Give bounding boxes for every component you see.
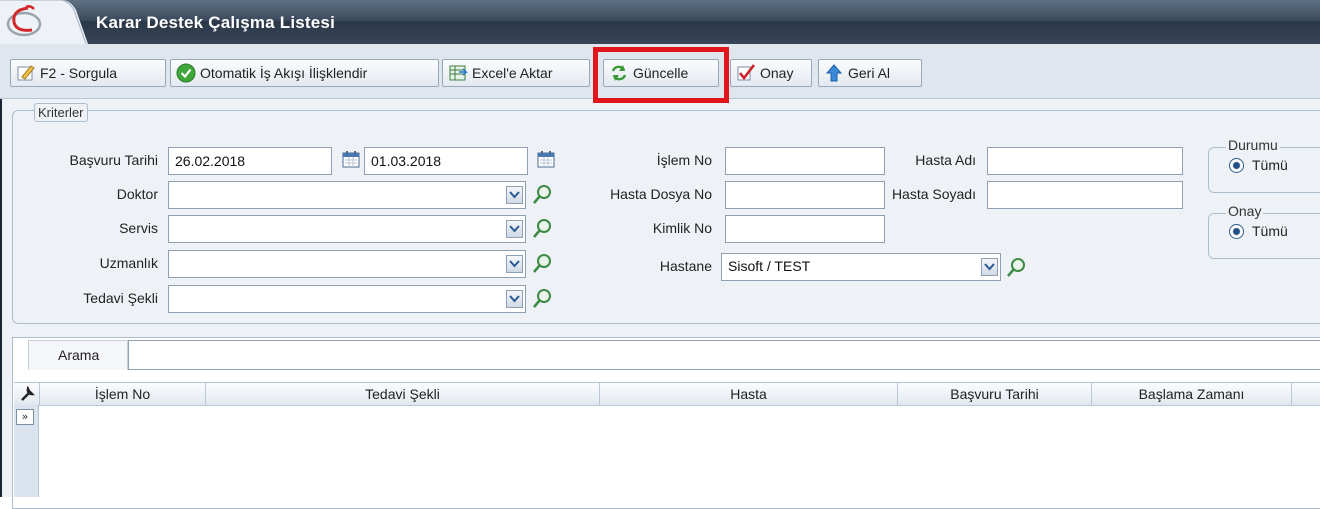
criteria-legend: Kriterler [34,103,88,122]
durumu-tumu-label: Tümü [1252,157,1288,173]
calendar-icon[interactable] [536,149,556,169]
hastane-label: Hastane [659,258,712,274]
durumu-legend: Durumu [1226,137,1280,153]
onay-legend: Onay [1226,203,1264,219]
refresh-icon [609,63,629,83]
column-header-hasta[interactable]: Hasta [600,383,898,405]
servis-label: Servis [119,220,158,236]
column-header-baslama-zamani[interactable]: Başlama Zamanı [1092,383,1292,405]
logo-tab [0,0,88,45]
grid-header: İşlem No Tedavi Şekli Hasta Başvuru Tari… [14,382,1320,406]
kimlik-no-label: Kimlik No [652,220,712,236]
chevron-down-icon[interactable] [506,290,523,308]
otomatik-is-akisi-button[interactable]: Otomatik İş Akışı İlişklendir [170,59,439,87]
chevron-down-icon[interactable] [506,255,523,273]
chevron-down-icon[interactable] [506,220,523,238]
lookup-search-icon[interactable] [532,287,554,309]
sorgula-button[interactable]: F2 - Sorgula [10,59,166,87]
uzmanlik-select[interactable] [168,250,526,278]
islem-no-field[interactable] [725,147,885,175]
hasta-soyadi-field[interactable] [987,181,1183,209]
expand-row-button[interactable]: » [16,409,34,425]
lookup-search-icon[interactable] [532,217,554,239]
title-bar: Karar Destek Çalışma Listesi [0,0,1320,45]
lookup-search-icon[interactable] [532,183,554,205]
servis-select[interactable] [168,215,526,243]
column-header-basvuru-tarihi[interactable]: Başvuru Tarihi [898,383,1092,405]
undo-arrow-icon [824,63,844,83]
app-logo-icon [4,4,42,42]
excel-label: Excel'e Aktar [472,65,553,81]
window-title: Karar Destek Çalışma Listesi [96,13,336,32]
doktor-select[interactable] [168,181,526,209]
edit-icon [16,63,36,83]
guncelle-button[interactable]: Güncelle [603,59,719,87]
geri-al-label: Geri Al [848,65,891,81]
otomatik-label: Otomatik İş Akışı İlişklendir [200,65,368,81]
chevron-down-icon[interactable] [981,258,998,276]
onay-tumu-radio[interactable] [1229,224,1244,239]
column-settings-button[interactable] [14,383,40,405]
hastane-selected-value: Sisoft / TEST [728,258,811,274]
guncelle-label: Güncelle [633,65,689,81]
date-from-field[interactable] [168,147,332,175]
tedavi-sekli-label: Tedavi Şekli [83,290,158,306]
lookup-search-icon[interactable] [1006,256,1028,278]
hasta-soyadi-label: Hasta Soyadı [891,186,976,202]
column-header-tedavi-sekli[interactable]: Tedavi Şekli [206,383,600,405]
hasta-dosya-no-label: Hasta Dosya No [610,186,712,202]
tedavi-sekli-select[interactable] [168,285,526,313]
hastane-select[interactable]: Sisoft / TEST [721,253,1001,281]
calendar-icon[interactable] [341,149,361,169]
onay-button[interactable]: Onay [730,59,812,87]
kimlik-no-field[interactable] [725,215,885,243]
geri-al-button[interactable]: Geri Al [818,59,922,87]
excel-aktar-button[interactable]: Excel'e Aktar [442,59,590,87]
wrench-icon [19,385,35,405]
check-circle-icon [176,63,196,83]
sorgula-label: F2 - Sorgula [40,65,118,81]
excel-icon [448,63,468,83]
onay-tumu-label: Tümü [1252,223,1288,239]
lookup-search-icon[interactable] [532,252,554,274]
toolbar: F2 - Sorgula Otomatik İş Akışı İlişklend… [0,44,1320,99]
hasta-adi-label: Hasta Adı [915,152,976,168]
onay-label: Onay [760,65,794,81]
basvuru-tarihi-label: Başvuru Tarihi [69,152,158,168]
search-input[interactable] [128,340,1320,370]
column-header-islem-no[interactable]: İşlem No [40,383,206,405]
hasta-adi-field[interactable] [987,147,1183,175]
doktor-label: Doktor [116,186,158,202]
chevron-down-icon[interactable] [506,186,523,204]
checkmark-icon [736,63,756,83]
islem-no-label: İşlem No [656,152,712,168]
date-to-field[interactable] [364,147,528,175]
uzmanlik-label: Uzmanlık [99,255,158,271]
durumu-tumu-radio[interactable] [1229,158,1244,173]
search-label: Arama [58,347,100,363]
